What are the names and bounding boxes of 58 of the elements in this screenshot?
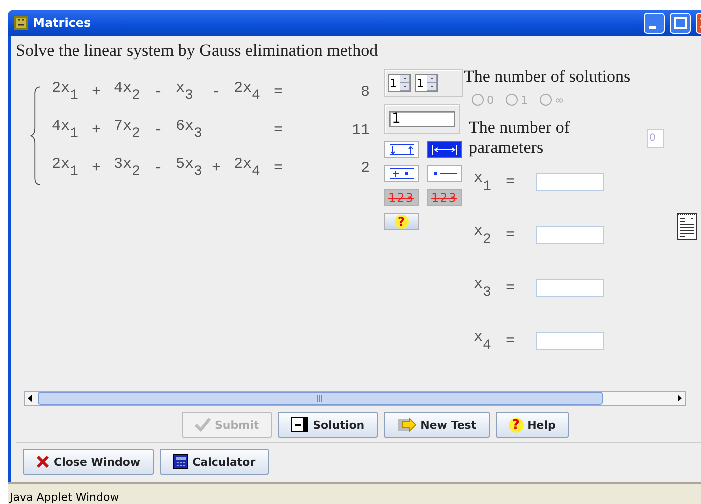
operator-sign: - — [212, 84, 222, 100]
equals-sign: = — [274, 160, 284, 176]
answer-field[interactable] — [536, 173, 604, 191]
spin-arrows-icon — [427, 75, 437, 91]
tool-button[interactable] — [384, 165, 419, 182]
spin-arrows-icon — [400, 75, 410, 91]
instruction-text: Solve the linear system by Gauss elimination method — [16, 41, 380, 62]
operator-sign: + — [92, 160, 102, 176]
equals-sign: = — [506, 174, 516, 190]
tool-button[interactable]: ? — [384, 213, 419, 230]
equals-sign: = — [274, 84, 284, 100]
calculator-button[interactable]: Calculator — [160, 449, 269, 475]
equals-sign: = — [506, 332, 516, 350]
struck-digits: 123 — [388, 190, 414, 204]
tool-button[interactable] — [427, 141, 462, 158]
checkmark-icon — [195, 418, 211, 432]
operator-sign: - — [154, 84, 164, 100]
question-icon: ? — [508, 418, 524, 432]
help-button[interactable]: ? Help — [496, 412, 569, 438]
right-hand-side: 8 — [360, 84, 371, 100]
document-icon — [291, 417, 310, 433]
operator-sign: - — [154, 122, 164, 138]
operator-sign: + — [212, 160, 222, 176]
right-hand-side: 11 — [350, 122, 371, 138]
right-hand-side: 2 — [360, 160, 371, 176]
swap-arrows-icon — [388, 144, 416, 156]
equals-sign: = — [506, 280, 516, 296]
status-text: Java Applet Window — [10, 491, 120, 504]
window-title: Matrices — [33, 16, 92, 30]
solution-button[interactable]: Solution — [278, 412, 378, 438]
operator-sign: - — [154, 160, 164, 176]
plus-dot-icon — [388, 168, 416, 180]
number-spinner[interactable]: 1 — [388, 74, 411, 92]
question-icon: ? — [394, 214, 408, 228]
notepad-icon — [676, 211, 698, 241]
answer-field[interactable] — [536, 226, 604, 244]
maximize-icon — [670, 12, 691, 34]
answer-field[interactable] — [536, 279, 604, 297]
parameters-label: The number of parameters — [469, 118, 572, 158]
factor-field[interactable]: 1 — [389, 111, 455, 127]
equals-sign: = — [506, 226, 516, 244]
minimize-icon — [644, 12, 665, 34]
tool-button[interactable] — [427, 165, 462, 182]
crossed-digits: 123 — [432, 190, 458, 204]
number-spinner[interactable]: 1 — [415, 74, 438, 92]
close-button[interactable]: Close Window — [23, 449, 154, 475]
app-icon — [13, 15, 29, 31]
operator-sign: + — [92, 84, 102, 100]
tool-button[interactable] — [384, 141, 419, 158]
double-arrow-icon — [430, 144, 458, 156]
solutions-label: The number of solutions — [464, 67, 632, 87]
calculator-icon — [172, 454, 189, 470]
x-icon — [36, 455, 50, 469]
equals-sign: = — [274, 122, 284, 138]
operator-sign: + — [92, 122, 102, 138]
newtest-button[interactable]: New Test — [384, 412, 490, 438]
answer-field[interactable] — [536, 332, 604, 350]
arrow-icon — [396, 417, 417, 433]
